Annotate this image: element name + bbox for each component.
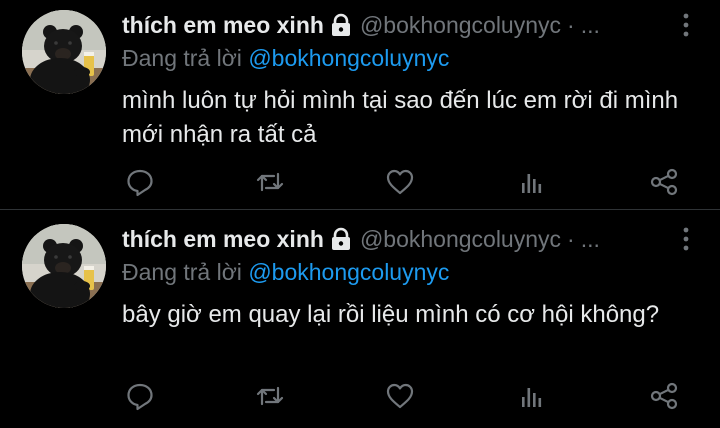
avatar[interactable] <box>22 224 106 308</box>
author-name[interactable]: thích em meo xinh <box>122 10 324 40</box>
share-icon[interactable] <box>648 166 680 198</box>
retweet-icon[interactable] <box>254 166 286 198</box>
lock-icon <box>330 13 352 37</box>
tweet[interactable]: thích em meo xinh @bokhongcoluynyc · ...… <box>0 0 720 214</box>
author-name[interactable]: thích em meo xinh <box>122 224 324 254</box>
replying-to-mention[interactable]: @bokhongcoluynyc <box>248 259 449 285</box>
bear-avatar-image <box>22 224 106 308</box>
lock-icon <box>330 227 352 251</box>
more-vertical-icon[interactable] <box>678 226 694 252</box>
tweet-actions <box>0 166 720 198</box>
tweet-actions <box>0 380 720 412</box>
more-vertical-icon[interactable] <box>678 12 694 38</box>
replying-to: Đang trả lời @bokhongcoluynyc <box>122 43 449 73</box>
avatar[interactable] <box>22 10 106 94</box>
views-icon[interactable] <box>516 380 548 412</box>
replying-to-label: Đang trả lời <box>122 259 242 285</box>
tweet-header: thích em meo xinh @bokhongcoluynyc · ... <box>122 224 600 254</box>
retweet-icon[interactable] <box>254 380 286 412</box>
tweet-text: mình luôn tự hỏi mình tại sao đến lúc em… <box>122 87 679 148</box>
reply-icon[interactable] <box>124 380 156 412</box>
separator-dot: · <box>567 226 575 252</box>
like-icon[interactable] <box>384 380 416 412</box>
views-icon[interactable] <box>516 166 548 198</box>
like-icon[interactable] <box>384 166 416 198</box>
tweet-divider <box>0 209 720 210</box>
bear-avatar-image <box>22 10 106 94</box>
timestamp[interactable]: ... <box>581 224 600 254</box>
replying-to: Đang trả lời @bokhongcoluynyc <box>122 257 449 287</box>
timestamp[interactable]: ... <box>581 10 600 40</box>
separator-dot: · <box>567 12 575 38</box>
reply-icon[interactable] <box>124 166 156 198</box>
tweet-text: bây giờ em quay lại rồi liệu mình có cơ … <box>122 301 660 328</box>
author-handle[interactable]: @bokhongcoluynyc <box>360 224 561 254</box>
tweet-header: thích em meo xinh @bokhongcoluynyc · ... <box>122 10 600 40</box>
tweet[interactable]: thích em meo xinh @bokhongcoluynyc · ...… <box>0 214 720 428</box>
replying-to-label: Đang trả lời <box>122 45 242 71</box>
share-icon[interactable] <box>648 380 680 412</box>
replying-to-mention[interactable]: @bokhongcoluynyc <box>248 45 449 71</box>
author-handle[interactable]: @bokhongcoluynyc <box>360 10 561 40</box>
